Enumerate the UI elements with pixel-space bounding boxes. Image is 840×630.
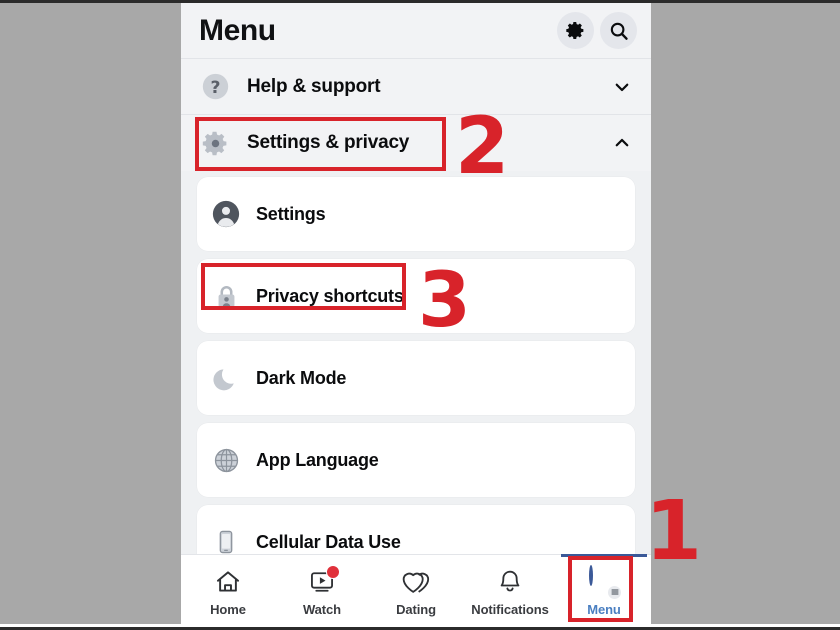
page-title: Menu [199, 13, 276, 47]
menu-item-label: Privacy shortcuts [256, 285, 404, 306]
watch-notification-badge [326, 564, 340, 579]
nav-tab-label: Home [210, 601, 246, 617]
chevron-up-icon[interactable] [611, 132, 633, 154]
moon-icon [211, 363, 241, 393]
backdrop-right [651, 3, 840, 624]
screenshot-canvas: Menu ? Help & support Settings & privacy… [0, 0, 840, 630]
double-heart-icon [401, 566, 431, 598]
settings-gear-button[interactable] [557, 12, 594, 49]
phone-icon [211, 527, 241, 557]
menu-item-label: Cellular Data Use [256, 531, 401, 552]
chevron-down-icon[interactable] [611, 76, 633, 98]
gear-icon [199, 127, 231, 159]
settings-privacy-label: Settings & privacy [247, 132, 410, 153]
app-header: Menu [181, 3, 651, 58]
search-button[interactable] [600, 12, 637, 49]
question-mark-circle-icon: ? [199, 71, 231, 103]
menu-item-label: Settings [256, 203, 326, 224]
bottom-navigation-bar: Home Watch Dating Notifications Menu [181, 554, 651, 627]
lock-person-icon [211, 281, 241, 311]
menu-item-dark-mode[interactable]: Dark Mode [197, 341, 635, 415]
nav-tab-home[interactable]: Home [181, 555, 275, 627]
backdrop-left [0, 3, 181, 624]
sidebar-item-help-support[interactable]: ? Help & support [181, 59, 651, 115]
person-circle-icon [211, 199, 241, 229]
active-tab-indicator [561, 554, 647, 557]
nav-tab-menu[interactable]: Menu [557, 554, 651, 627]
nav-tab-notifications[interactable]: Notifications [463, 555, 557, 627]
settings-privacy-submenu: Settings Privacy shortcuts Dark Mode App… [181, 171, 651, 579]
avatar-hamburger-icon [589, 564, 623, 601]
nav-tab-label: Dating [396, 601, 436, 617]
bell-icon [496, 566, 524, 598]
nav-tab-watch[interactable]: Watch [275, 555, 369, 627]
menu-item-app-language[interactable]: App Language [197, 423, 635, 497]
hamburger-badge-icon [606, 583, 623, 601]
menu-item-label: App Language [256, 449, 379, 470]
menu-item-label: Dark Mode [256, 367, 347, 388]
watch-video-icon [308, 564, 340, 598]
avatar [589, 564, 593, 586]
gear-icon [565, 20, 586, 41]
nav-tab-dating[interactable]: Dating [369, 555, 463, 627]
globe-icon [211, 445, 241, 475]
home-icon [214, 566, 242, 598]
nav-tab-label: Watch [302, 601, 342, 617]
help-support-label: Help & support [247, 75, 381, 97]
nav-tab-label: Notifications [471, 601, 549, 617]
menu-item-settings[interactable]: Settings [197, 177, 635, 251]
search-icon [608, 20, 630, 42]
nav-tab-label: Menu [587, 601, 621, 617]
menu-item-privacy-shortcuts[interactable]: Privacy shortcuts [197, 259, 635, 333]
sidebar-item-settings-privacy[interactable]: Settings & privacy [181, 115, 651, 171]
phone-viewport: Menu ? Help & support Settings & privacy… [181, 3, 651, 627]
svg-text:?: ? [210, 78, 220, 98]
